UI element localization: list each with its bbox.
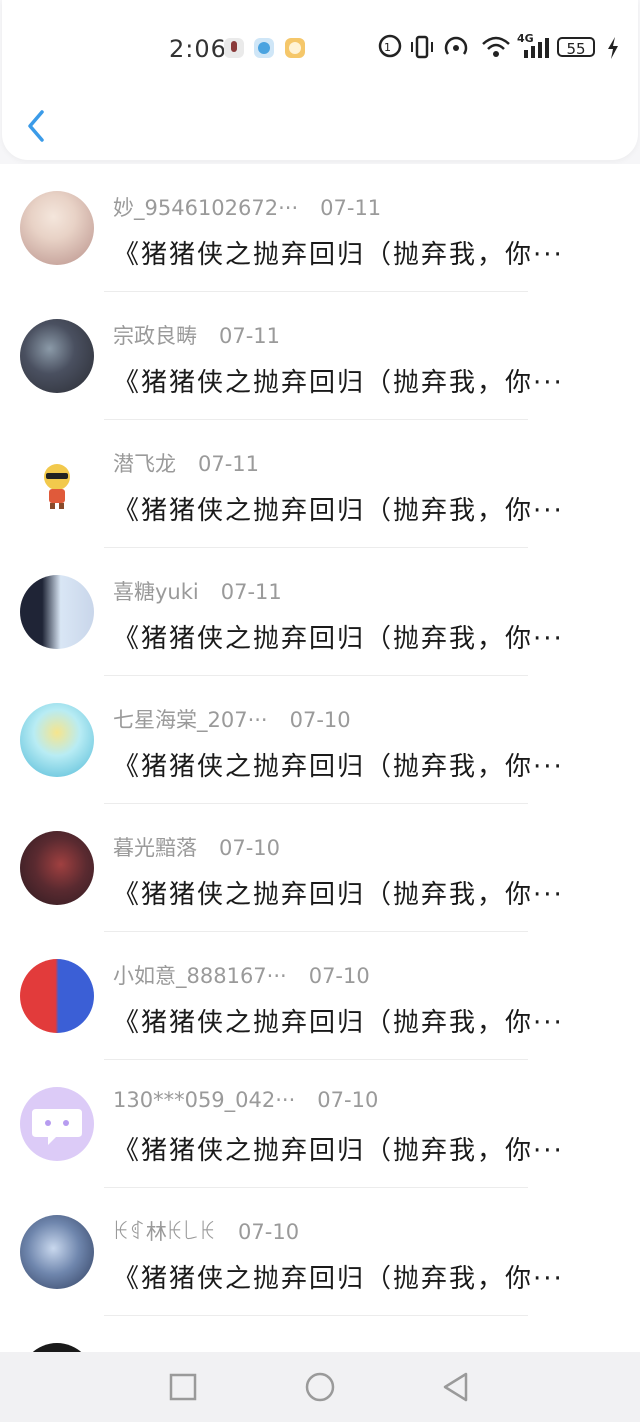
app-notification-icon <box>254 38 274 58</box>
comment-text[interactable]: 《猪猪侠之抛弃回归（抛弃我，你··· <box>113 618 618 655</box>
comment-text[interactable]: 《猪猪侠之抛弃回归（抛弃我，你··· <box>113 490 618 527</box>
cartoon-avatar-icon <box>44 464 70 509</box>
system-navigation-bar <box>0 1352 640 1422</box>
triangle-back-icon <box>443 1372 468 1402</box>
comment-date: 07-11 <box>198 452 260 476</box>
list-item[interactable]: 宗政良畴 07-11 《猪猪侠之抛弃回归（抛弃我，你··· <box>0 292 640 420</box>
comment-text[interactable]: 《猪猪侠之抛弃回归（抛弃我，你··· <box>113 362 618 399</box>
comment-date: 07-11 <box>220 580 282 604</box>
circle-icon <box>305 1372 335 1402</box>
avatar[interactable] <box>20 1343 94 1352</box>
list-item[interactable]: ꀘꁍ林ꀘ꒒ꀘ 07-10 《猪猪侠之抛弃回归（抛弃我，你··· <box>0 1188 640 1316</box>
comment-text[interactable]: 《猪猪侠之抛弃回归（抛弃我，你··· <box>113 234 618 271</box>
list-item[interactable]: 七星海棠_207··· 07-10 《猪猪侠之抛弃回归（抛弃我，你··· <box>0 676 640 804</box>
avatar[interactable] <box>20 191 94 265</box>
avatar[interactable] <box>20 831 94 905</box>
list-item[interactable] <box>0 1316 640 1352</box>
user-name[interactable]: 喜糖yuki <box>113 576 199 606</box>
home-button[interactable] <box>303 1370 337 1404</box>
comment-text[interactable]: 《猪猪侠之抛弃回归（抛弃我，你··· <box>113 874 618 911</box>
comment-list[interactable]: 妙_9546102672··· 07-11 《猪猪侠之抛弃回归（抛弃我，你··· … <box>0 164 640 1352</box>
avatar[interactable] <box>20 319 94 393</box>
list-item[interactable]: 130***059_042··· 07-10 《猪猪侠之抛弃回归（抛弃我，你··· <box>0 1060 640 1188</box>
avatar[interactable] <box>20 1087 94 1161</box>
chevron-left-icon <box>28 110 44 142</box>
status-bar: 2:06 1 4G 55 <box>2 30 638 66</box>
charging-icon <box>606 36 620 65</box>
avatar[interactable] <box>20 959 94 1033</box>
avatar[interactable] <box>20 1215 94 1289</box>
comment-date: 07-10 <box>308 964 370 988</box>
battery-indicator: 55 <box>557 37 595 58</box>
list-item[interactable]: 潜飞龙 07-11 《猪猪侠之抛弃回归（抛弃我，你··· <box>0 420 640 548</box>
signal-icon <box>522 36 552 65</box>
list-item[interactable]: 喜糖yuki 07-11 《猪猪侠之抛弃回归（抛弃我，你··· <box>0 548 640 676</box>
user-name[interactable]: 宗政良畴 <box>113 320 197 350</box>
user-name[interactable]: 妙_9546102672··· <box>113 192 298 222</box>
microphone-notification-icon <box>224 38 244 58</box>
header: 2:06 1 4G 55 <box>2 0 638 160</box>
comment-date: 07-10 <box>317 1088 379 1112</box>
status-time: 2:06 <box>169 35 227 63</box>
avatar[interactable] <box>20 575 94 649</box>
user-name[interactable]: 七星海棠_207··· <box>113 704 268 734</box>
comment-date: 07-10 <box>289 708 351 732</box>
square-icon <box>169 1373 197 1401</box>
user-name[interactable]: 小如意_888167··· <box>113 960 287 990</box>
back-nav-button[interactable] <box>439 1370 473 1404</box>
comment-date: 07-10 <box>219 836 281 860</box>
comment-text[interactable]: 《猪猪侠之抛弃回归（抛弃我，你··· <box>113 1258 618 1295</box>
recents-button[interactable] <box>166 1370 200 1404</box>
vibrate-icon <box>409 34 435 65</box>
comment-text[interactable]: 《猪猪侠之抛弃回归（抛弃我，你··· <box>113 1130 618 1167</box>
comment-date: 07-11 <box>219 324 281 348</box>
avatar[interactable] <box>20 703 94 777</box>
comment-text[interactable]: 《猪猪侠之抛弃回归（抛弃我，你··· <box>113 1002 618 1039</box>
comment-date: 07-10 <box>238 1220 300 1244</box>
chat-bubble-icon <box>32 1109 82 1145</box>
list-item[interactable]: 小如意_888167··· 07-10 《猪猪侠之抛弃回归（抛弃我，你··· <box>0 932 640 1060</box>
app-notification-icon-2 <box>285 38 305 58</box>
avatar[interactable] <box>20 447 94 521</box>
wifi-icon <box>481 34 511 65</box>
back-button[interactable] <box>24 108 52 144</box>
hotspot-icon <box>443 34 471 65</box>
list-item[interactable]: 妙_9546102672··· 07-11 《猪猪侠之抛弃回归（抛弃我，你··· <box>0 164 640 292</box>
user-name[interactable]: 130***059_042··· <box>113 1088 295 1112</box>
svg-text:1: 1 <box>384 41 391 54</box>
list-item[interactable]: 暮光黯落 07-10 《猪猪侠之抛弃回归（抛弃我，你··· <box>0 804 640 932</box>
user-name[interactable]: 暮光黯落 <box>113 832 197 862</box>
user-name[interactable]: ꀘꁍ林ꀘ꒒ꀘ <box>113 1216 216 1246</box>
comment-date: 07-11 <box>320 196 382 220</box>
comment-text[interactable]: 《猪猪侠之抛弃回归（抛弃我，你··· <box>113 746 618 783</box>
user-name[interactable]: 潜飞龙 <box>113 448 176 478</box>
hd-icon: 1 <box>378 34 402 63</box>
